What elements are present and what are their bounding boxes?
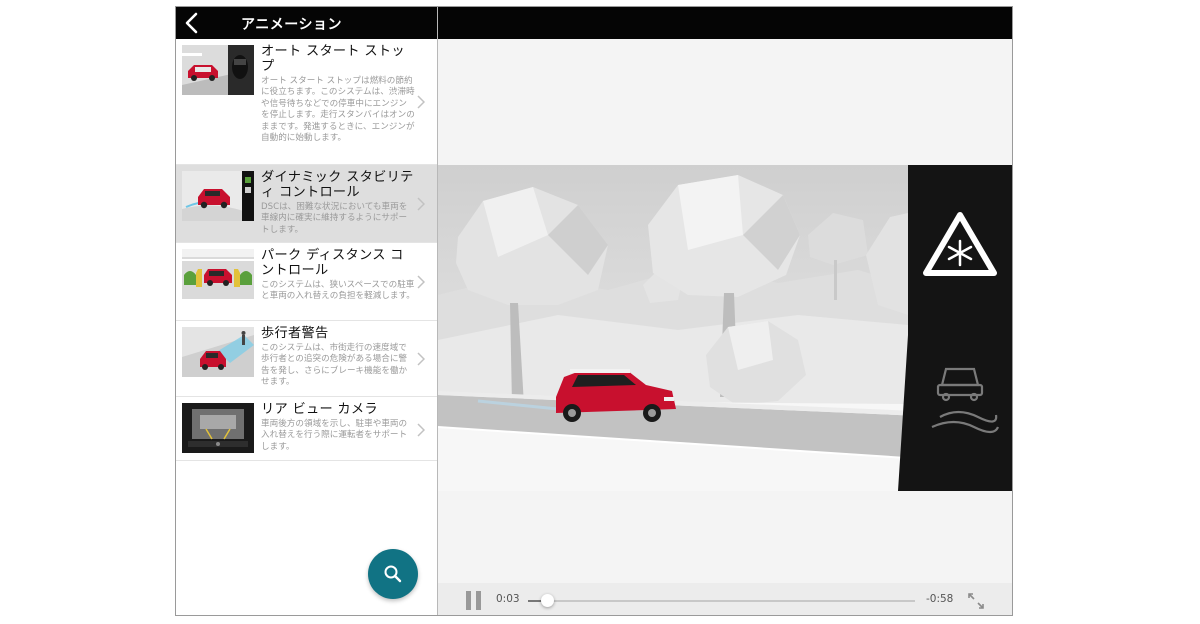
animation-list-panel: アニメーション オート スタート ストップ オート スタート ストップは燃料の節… xyxy=(176,7,438,615)
chevron-right-icon xyxy=(417,197,425,211)
app-frame: アニメーション オート スタート ストップ オート スタート ストップは燃料の節… xyxy=(175,6,1013,616)
list-item-description: このシステムは、狭いスペースでの駐車と車両の入れ替えの負担を軽減します。 xyxy=(261,280,415,302)
list-item-text: オート スタート ストップ オート スタート ストップは燃料の節約に役立ちます。… xyxy=(261,44,415,144)
thumbnail-rear-view-camera xyxy=(182,403,254,453)
chevron-right-icon xyxy=(417,275,425,289)
list-item-description: 車両後方の領域を示し、駐車や車両の入れ替えを行う際に運転者をサポートします。 xyxy=(261,419,408,452)
page-title: アニメーション xyxy=(241,17,342,33)
search-button[interactable] xyxy=(368,549,418,599)
list-item-description: DSCは、困難な状況においても車両を車線内に確実に維持するようにサポートします。 xyxy=(261,202,408,235)
elapsed-time: 0:03 xyxy=(496,593,520,605)
list-header: アニメーション xyxy=(176,7,437,39)
list-item-text: ダイナミック スタビリティ コントロール DSCは、困難な状況においても車両を車… xyxy=(261,170,415,236)
list-item-text: パーク ディスタンス コントロール このシステムは、狭いスペースでの駐車と車両の… xyxy=(261,248,415,303)
thumbnail-dynamic-stability-control xyxy=(182,171,254,221)
pause-button[interactable] xyxy=(466,591,484,611)
list-item-title: オート スタート ストップ xyxy=(261,44,405,74)
chevron-right-icon xyxy=(417,95,425,109)
list-item-title: 歩行者警告 xyxy=(261,326,329,341)
animation-list: オート スタート ストップ オート スタート ストップは燃料の節約に役立ちます。… xyxy=(176,39,437,461)
video-player[interactable] xyxy=(438,165,1012,491)
video-header xyxy=(438,7,1012,39)
list-item-title: リア ビュー カメラ xyxy=(261,402,378,417)
list-item-title: ダイナミック スタビリティ コントロール xyxy=(261,170,414,200)
video-panel: 0:03 -0:58 xyxy=(438,7,1012,615)
list-item-auto-start-stop[interactable]: オート スタート ストップ オート スタート ストップは燃料の節約に役立ちます。… xyxy=(176,39,437,165)
thumbnail-park-distance-control xyxy=(182,249,254,299)
remaining-time: -0:58 xyxy=(926,593,954,605)
list-item-park-distance-control[interactable]: パーク ディスタンス コントロール このシステムは、狭いスペースでの駐車と車両の… xyxy=(176,243,437,321)
fullscreen-button[interactable] xyxy=(966,591,986,611)
video-frame xyxy=(438,165,1012,491)
player-controls: 0:03 -0:58 xyxy=(438,583,1012,615)
list-item-text: リア ビュー カメラ 車両後方の領域を示し、駐車や車両の入れ替えを行う際に運転者… xyxy=(261,402,415,453)
list-item-dynamic-stability-control[interactable]: ダイナミック スタビリティ コントロール DSCは、困難な状況においても車両を車… xyxy=(176,165,437,243)
list-item-rear-view-camera[interactable]: リア ビュー カメラ 車両後方の領域を示し、駐車や車両の入れ替えを行う際に運転者… xyxy=(176,397,437,461)
expand-icon xyxy=(968,593,984,609)
list-item-text: 歩行者警告 このシステムは、市街走行の速度域で歩行者との追突の危険がある場合に警… xyxy=(261,326,415,389)
progress-slider[interactable] xyxy=(528,594,915,607)
progress-handle[interactable] xyxy=(541,594,555,607)
search-icon xyxy=(384,565,402,583)
list-item-pedestrian-warning[interactable]: 歩行者警告 このシステムは、市街走行の速度域で歩行者との追突の危険がある場合に警… xyxy=(176,321,437,397)
thumbnail-auto-start-stop xyxy=(182,45,254,95)
chevron-right-icon xyxy=(417,423,425,437)
list-item-description: このシステムは、市街走行の速度域で歩行者との追突の危険がある場合に警告を発し、さ… xyxy=(261,343,408,388)
chevron-right-icon xyxy=(417,352,425,366)
list-item-title: パーク ディスタンス コントロール xyxy=(261,248,404,278)
thumbnail-pedestrian-warning xyxy=(182,327,254,377)
list-item-description: オート スタート ストップは燃料の節約に役立ちます。このシステムは、渋滞時や信号… xyxy=(261,76,415,144)
